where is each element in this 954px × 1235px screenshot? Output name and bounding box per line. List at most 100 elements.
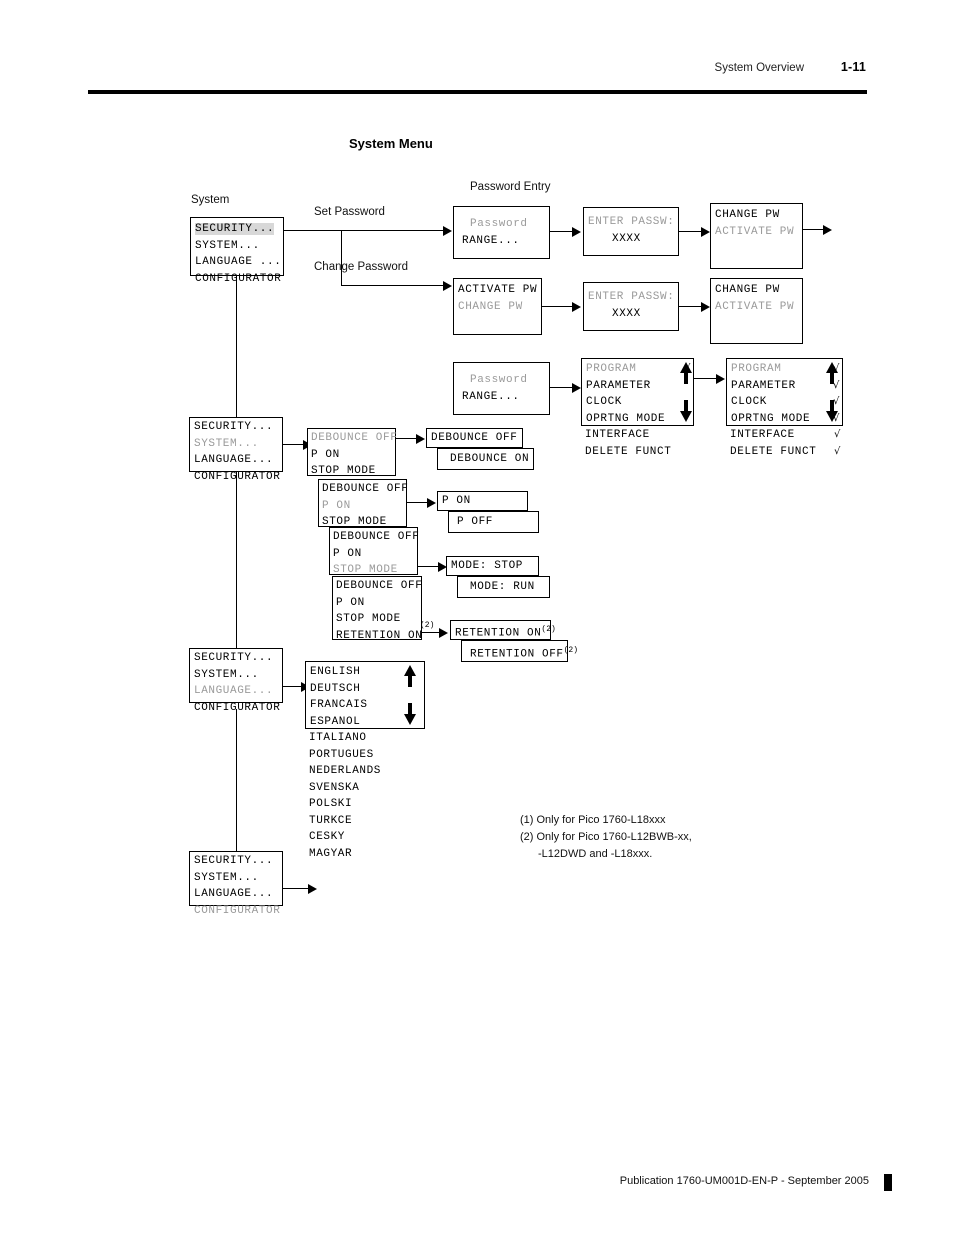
system3-item-language[interactable]: LANGUAGE... — [194, 683, 282, 700]
arrow-dbA — [416, 434, 425, 444]
debounce-a-l3[interactable]: STOP MODE — [311, 463, 395, 480]
retention-on-footnote: (2) — [541, 625, 556, 634]
debounce-d-l2[interactable]: P ON — [336, 595, 421, 612]
debounce-d-l1[interactable]: DEBOUNCE OFF — [336, 578, 422, 595]
screen-enter-passw-2[interactable]: ENTER PASSW: XXXX — [583, 282, 679, 331]
screen-retention-on[interactable]: RETENTION ON(2) — [450, 620, 556, 640]
header-rule — [88, 90, 867, 94]
screen-password-range-1[interactable]: Password RANGE... — [453, 206, 550, 259]
debounce-menu-a[interactable]: DEBOUNCE OFF P ON STOP MODE — [307, 428, 397, 477]
debounce-a-l1[interactable]: DEBOUNCE OFF — [311, 430, 397, 447]
change-pw2-line1: CHANGE PW — [715, 284, 780, 296]
system-menu-box-security[interactable]: SECURITY... SYSTEM... LANGUAGE ... CONFI… — [190, 217, 284, 285]
retention-off-footnote: (2) — [563, 646, 579, 655]
system2-item-security[interactable]: SECURITY... — [194, 419, 282, 436]
system4-item-configurator[interactable]: CONFIGURATOR — [194, 903, 282, 920]
system2-item-language[interactable]: LANGUAGE... — [194, 452, 282, 469]
cfg-r-oprtng-mode[interactable]: OPRTNG MODE — [731, 411, 810, 428]
retention-off-label: RETENTION OFF — [470, 648, 564, 661]
system4-item-system[interactable]: SYSTEM... — [194, 870, 282, 887]
debounce-menu-c[interactable]: DEBOUNCE OFF P ON STOP MODE — [329, 527, 419, 576]
cfg-l-interface[interactable]: INTERFACE — [585, 427, 694, 444]
language-svenska[interactable]: SVENSKA — [309, 780, 445, 797]
screen-debounce-off[interactable]: DEBOUNCE OFF — [426, 428, 523, 448]
language-list-below[interactable]: ITALIANO PORTUGUES NEDERLANDS SVENSKA PO… — [305, 730, 445, 862]
system3-item-security[interactable]: SECURITY... — [194, 650, 282, 667]
screen-change-pw-1[interactable]: CHANGE PW ACTIVATE PW — [710, 203, 803, 269]
connector-dbA — [396, 438, 418, 440]
cfg-r-interface-check: √ — [834, 429, 841, 440]
debounce-c-l1[interactable]: DEBOUNCE OFF — [333, 529, 419, 546]
cfg-r-program[interactable]: PROGRAM — [731, 361, 781, 378]
configurator-right-below[interactable]: INTERFACE √ DELETE FUNCT √ — [726, 427, 843, 460]
system-menu-box-system[interactable]: SECURITY... SYSTEM... LANGUAGE... CONFIG… — [189, 417, 283, 483]
footer-publication: Publication 1760-UM001D-EN-P - September… — [619, 1175, 869, 1187]
connector-r3-a — [550, 387, 574, 389]
debounce-menu-d[interactable]: DEBOUNCE OFF P ON STOP MODE RETENTION ON — [332, 576, 422, 642]
mode-run-label: MODE: RUN — [470, 581, 535, 593]
connector-r1-c — [803, 229, 825, 231]
debounce-a-l2[interactable]: P ON — [311, 447, 395, 464]
enter-passw-line2: XXXX — [612, 232, 641, 245]
screen-p-off[interactable]: P OFF — [448, 511, 539, 533]
arrow-r3-b — [716, 374, 725, 384]
connector-language-out — [283, 686, 303, 688]
debounce-b-l2[interactable]: P ON — [322, 498, 406, 515]
system-item-configurator[interactable]: CONFIGURATOR — [195, 271, 283, 288]
cfg-r-parameter[interactable]: PARAMETER — [731, 378, 796, 395]
cfg-r-delete-funct[interactable]: DELETE FUNCT — [730, 444, 816, 461]
debounce-b-l1[interactable]: DEBOUNCE OFF — [322, 481, 408, 498]
system3-item-configurator[interactable]: CONFIGURATOR — [194, 700, 282, 717]
debounce-menu-b[interactable]: DEBOUNCE OFF P ON STOP MODE — [318, 479, 408, 528]
configurator-left-below[interactable]: INTERFACE DELETE FUNCT — [581, 427, 694, 460]
cfg-l-parameter[interactable]: PARAMETER — [586, 378, 651, 395]
arrow-r3-a — [572, 383, 581, 393]
screen-debounce-on[interactable]: DEBOUNCE ON — [437, 448, 534, 470]
screen-retention-off[interactable]: RETENTION OFF(2) — [461, 640, 578, 662]
connector-configurator-out — [283, 888, 310, 890]
footer-marker — [884, 1174, 892, 1191]
system-menu-box-configurator[interactable]: SECURITY... SYSTEM... LANGUAGE... CONFIG… — [189, 851, 283, 917]
screen-mode-run[interactable]: MODE: RUN — [457, 576, 550, 598]
cfg-l-oprtng-mode[interactable]: OPRTNG MODE — [586, 411, 665, 428]
language-polski[interactable]: POLSKI — [309, 796, 445, 813]
language-italiano[interactable]: ITALIANO — [309, 730, 445, 747]
cfg-l-clock[interactable]: CLOCK — [586, 394, 622, 411]
arrow-configurator-out — [308, 884, 317, 894]
connector-box1-out — [284, 230, 342, 232]
cfg-r-delete-check: √ — [834, 445, 841, 457]
language-turkce[interactable]: TURKCE — [309, 813, 445, 830]
language-nederlands[interactable]: NEDERLANDS — [309, 763, 445, 780]
screen-change-pw-2[interactable]: CHANGE PW ACTIVATE PW — [710, 278, 803, 344]
system4-item-security[interactable]: SECURITY... — [194, 853, 282, 870]
screen-password-range-2[interactable]: Password RANGE... — [453, 362, 550, 415]
system-menu-box-language[interactable]: SECURITY... SYSTEM... LANGUAGE... CONFIG… — [189, 648, 283, 714]
system4-item-language[interactable]: LANGUAGE... — [194, 886, 282, 903]
password-range2-line2: RANGE... — [462, 390, 520, 403]
screen-p-on[interactable]: P ON — [437, 491, 528, 511]
connector-dbC — [418, 566, 440, 568]
connector-r1-b — [679, 231, 703, 233]
debounce-d-l4[interactable]: RETENTION ON — [336, 630, 422, 642]
system2-item-system[interactable]: SYSTEM... — [194, 436, 282, 453]
debounce-on-label: DEBOUNCE ON — [450, 453, 530, 465]
language-cesky[interactable]: CESKY — [309, 829, 445, 846]
cfg-l-delete-funct[interactable]: DELETE FUNCT — [585, 444, 694, 461]
language-portugues[interactable]: PORTUGUES — [309, 747, 445, 764]
enter-passw2-line2: XXXX — [612, 307, 641, 320]
cfg-l-program[interactable]: PROGRAM — [586, 361, 636, 378]
system3-item-system[interactable]: SYSTEM... — [194, 667, 282, 684]
screen-activate-pw[interactable]: ACTIVATE PW CHANGE PW — [453, 278, 542, 335]
cfg-r-clock[interactable]: CLOCK — [731, 394, 767, 411]
cfg-r-interface[interactable]: INTERFACE — [730, 427, 795, 444]
language-magyar[interactable]: MAGYAR — [309, 846, 445, 863]
screen-enter-passw-1[interactable]: ENTER PASSW: XXXX — [583, 207, 679, 256]
system-item-language[interactable]: LANGUAGE ... — [195, 254, 283, 271]
system2-item-configurator[interactable]: CONFIGURATOR — [194, 469, 282, 486]
system-item-security[interactable]: SECURITY... — [195, 223, 275, 235]
system-item-system[interactable]: SYSTEM... — [195, 238, 283, 255]
debounce-d-l3[interactable]: STOP MODE — [336, 611, 421, 628]
debounce-c-l2[interactable]: P ON — [333, 546, 417, 563]
screen-mode-stop[interactable]: MODE: STOP — [446, 556, 539, 576]
password-range-line2: RANGE... — [462, 234, 520, 247]
